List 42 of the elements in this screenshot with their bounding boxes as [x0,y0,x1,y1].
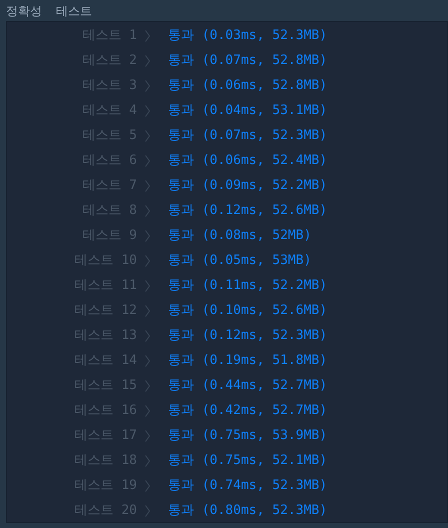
chevron-right-icon [145,230,150,242]
test-result: 통과 (0.44ms, 52.7MB) [168,376,328,395]
test-result: 통과 (0.12ms, 52.3MB) [168,326,328,345]
test-result: 통과 (0.19ms, 51.8MB) [168,352,328,370]
test-result: 통과 (0.06ms, 52.8MB) [168,76,328,95]
test-result: 통과 (0.74ms, 52.3MB) [168,476,328,495]
chevron-right-icon [145,330,150,342]
test-result: 통과 (0.08ms, 52MB) [168,226,312,245]
chevron-right-icon [145,380,150,392]
chevron-right-icon [145,30,150,42]
test-result: 통과 (0.04ms, 53.1MB) [168,102,328,120]
test-result: 통과 (0.07ms, 52.3MB) [168,126,328,145]
chevron-right-icon [145,130,150,142]
test-result: 통과 (0.07ms, 52.8MB) [168,52,328,70]
chevron-right-icon [145,304,150,316]
tab[interactable]: 정확성 [6,4,42,16]
tab[interactable]: 테스트 [56,4,92,16]
chevron-right-icon [145,430,150,442]
test-result: 통과 (0.42ms, 52.7MB) [168,402,328,420]
test-result: 통과 (0.75ms, 52.1MB) [168,452,328,470]
test-result: 통과 (0.09ms, 52.2MB) [168,176,328,195]
chevron-right-icon [145,454,150,466]
test-result: 통과 (0.03ms, 52.3MB) [168,26,328,45]
chevron-right-icon [145,54,150,66]
chevron-right-icon [145,354,150,366]
chevron-right-icon [145,254,150,266]
chevron-right-icon [145,204,150,216]
test-result: 통과 (0.10ms, 52.6MB) [168,302,328,320]
test-result: 통과 (0.11ms, 52.2MB) [168,276,328,295]
test-result: 통과 (0.75ms, 53.9MB) [168,426,328,445]
chevron-right-icon [145,480,150,492]
chevron-right-icon [145,104,150,116]
chevron-right-icon [145,154,150,166]
chevron-right-icon [145,280,150,292]
chevron-right-icon [145,180,150,192]
chevron-right-icon [145,80,150,92]
test-result: 통과 (0.05ms, 53MB) [168,252,312,270]
test-result: 통과 (0.80ms, 52.3MB) [168,502,328,520]
chevron-right-icon [145,504,150,516]
chevron-right-icon [145,404,150,416]
test-result: 통과 (0.12ms, 52.6MB) [168,202,328,220]
test-result: 통과 (0.06ms, 52.4MB) [168,152,328,170]
